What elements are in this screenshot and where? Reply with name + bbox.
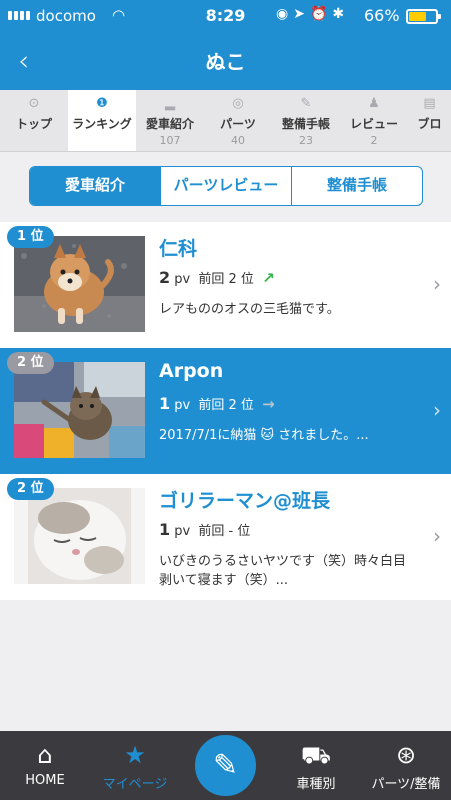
pv-count: 1 xyxy=(159,394,171,413)
tab-ranking[interactable]: ❶ ランキング xyxy=(68,90,136,151)
car-icon: ▂ xyxy=(165,96,175,111)
trend-up-icon: ↗ xyxy=(262,269,275,287)
tab-car-intro[interactable]: ▂ 愛車紹介 107 xyxy=(136,90,204,151)
pv-unit: pv xyxy=(174,398,191,413)
wrench-icon: ✎ xyxy=(300,96,312,111)
thumbnail-image xyxy=(14,488,145,584)
tab-label: ランキング xyxy=(72,117,132,131)
item-description: いびきのうるさいヤツです（笑）時々白目剥いて寝ます（笑）... xyxy=(159,554,407,588)
rank-badge: 2 位 xyxy=(7,478,54,500)
tab-count: 23 xyxy=(299,134,313,147)
item-description: 2017/7/1に納猫 🐱 されました。... xyxy=(159,428,369,443)
bottom-tab-car-model[interactable]: ⛟ 車種別 xyxy=(271,731,361,800)
rank-badge: 2 位 xyxy=(7,352,54,374)
bottom-tab-label: 車種別 xyxy=(296,777,336,792)
tab-top[interactable]: ⊙ トップ xyxy=(0,90,68,151)
item-description: レアもののオスの三毛猫です。 xyxy=(159,302,340,317)
tab-strip: ⊙ トップ ❶ ランキング ▂ 愛車紹介 107 ◎ パーツ 40 ✎ 整備手帳… xyxy=(0,90,451,152)
pv-unit: pv xyxy=(174,272,191,287)
item-name: Arpon xyxy=(159,360,224,382)
chevron-right-icon: › xyxy=(433,398,441,422)
segment-parts-review[interactable]: パーツレビュー xyxy=(160,167,291,205)
item-stats: 1 pv 前回 - 位 xyxy=(159,520,250,539)
tab-count: 2 xyxy=(370,134,378,147)
tab-label: ブロ xyxy=(417,117,442,131)
item-stats: 1 pv 前回 2 位 → xyxy=(159,394,275,413)
post-button[interactable]: ✎ xyxy=(192,732,259,799)
chevron-right-icon: › xyxy=(433,524,441,548)
item-name: ゴリラーマン@班長 xyxy=(159,490,331,512)
list-item[interactable]: 2 位 Arpon 1 pv 前回 2 位 → 2017/7/1に納猫 🐱 され… xyxy=(0,348,451,474)
top-icon: ⊙ xyxy=(28,96,40,111)
tab-label: 整備手帳 xyxy=(281,117,330,131)
blog-icon: ▤ xyxy=(423,96,436,111)
list-item[interactable]: 2 位 ゴリラーマン@班長 1 pv 前回 - 位 いびきのうるさいヤツです（笑… xyxy=(0,474,451,600)
bottom-tab-label: HOME xyxy=(25,773,65,788)
previous-rank: 前回 2 位 xyxy=(198,398,254,413)
tab-label: レビュー xyxy=(349,117,398,131)
home-icon: ⌂ xyxy=(37,741,53,769)
trend-flat-icon: → xyxy=(262,395,275,413)
bottom-tab-label: マイページ xyxy=(102,777,168,792)
tab-label: パーツ xyxy=(220,117,256,131)
item-name: 仁科 xyxy=(159,238,198,260)
tab-parts[interactable]: ◎ パーツ 40 xyxy=(204,90,272,151)
tab-count: 40 xyxy=(231,134,245,147)
pv-count: 1 xyxy=(159,520,171,539)
segment-car-intro[interactable]: 愛車紹介 xyxy=(30,167,160,205)
nav-bar: ‹ ぬこ xyxy=(0,38,451,82)
review-icon: ♟ xyxy=(368,96,380,111)
previous-rank: 前回 2 位 xyxy=(198,272,254,287)
segmented-control: 愛車紹介 パーツレビュー 整備手帳 xyxy=(29,166,423,206)
steering-icon: ◎ xyxy=(232,96,244,111)
chevron-right-icon: › xyxy=(433,272,441,296)
battery-percent: 66% xyxy=(364,6,400,25)
tab-label: トップ xyxy=(15,117,52,131)
car-front-icon: ⛟ xyxy=(300,741,332,769)
bottom-tab-parts-maintenance[interactable]: ⊛ パーツ/整備 xyxy=(361,731,451,800)
pv-unit: pv xyxy=(174,524,191,539)
rank-badge: 1 位 xyxy=(7,226,54,248)
status-icons: ◉➤⏰✱ xyxy=(276,6,350,22)
battery-icon xyxy=(406,9,441,24)
header: docomo ◠ 8:29 ◉➤⏰✱ 66% ‹ ぬこ xyxy=(0,0,451,90)
bottom-tab-label: パーツ/整備 xyxy=(371,777,441,792)
bottom-tab-mypage[interactable]: ★ マイページ xyxy=(90,731,180,800)
status-bar: docomo ◠ 8:29 ◉➤⏰✱ 66% xyxy=(0,5,451,29)
thumbnail-image xyxy=(14,362,145,458)
tab-review[interactable]: ♟ レビュー 2 xyxy=(340,90,408,151)
bottom-tab-home[interactable]: ⌂ HOME xyxy=(0,731,90,800)
ranking-icon: ❶ xyxy=(96,96,108,111)
pv-count: 2 xyxy=(159,268,171,287)
previous-rank: 前回 - 位 xyxy=(198,524,251,539)
tab-label: 愛車紹介 xyxy=(145,117,194,131)
wheel-icon: ⊛ xyxy=(395,741,417,769)
ranking-list: 1 位 仁科 2 pv 前回 2 位 ↗ レアもののオスの三毛猫です。 › 2 … xyxy=(0,222,451,600)
segment-maintenance[interactable]: 整備手帳 xyxy=(291,167,422,205)
tab-blog[interactable]: ▤ ブロ xyxy=(408,90,451,151)
pencil-icon: ✎ xyxy=(212,748,239,783)
thumbnail-image xyxy=(14,236,145,332)
list-item[interactable]: 1 位 仁科 2 pv 前回 2 位 ↗ レアもののオスの三毛猫です。 › xyxy=(0,222,451,348)
star-icon: ★ xyxy=(124,741,146,769)
tab-count: 107 xyxy=(159,134,181,147)
page-title: ぬこ xyxy=(205,50,246,74)
item-stats: 2 pv 前回 2 位 ↗ xyxy=(159,268,275,287)
tab-maintenance[interactable]: ✎ 整備手帳 23 xyxy=(272,90,340,151)
